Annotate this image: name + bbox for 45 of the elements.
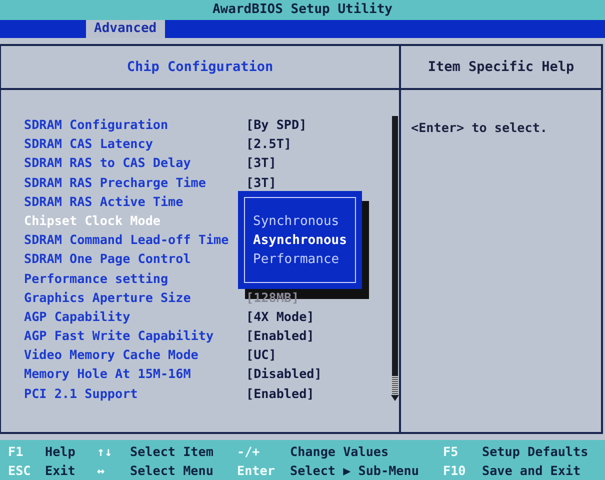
key-hint: ↔ [97, 462, 106, 480]
setting-value[interactable]: [Enabled] [246, 384, 314, 403]
key-hint: F1 [8, 443, 24, 461]
key-hint: ↑↓ [97, 443, 114, 461]
setting-value[interactable]: [3T] [246, 153, 276, 173]
key-hint: ESC [8, 462, 32, 480]
popup-option[interactable]: Performance [253, 250, 355, 268]
scroll-thumb[interactable] [392, 116, 398, 376]
setting-label[interactable]: SDRAM RAS to CAS Delay [24, 153, 246, 173]
key-hint: F10 [443, 462, 467, 480]
setting-label[interactable]: AGP Fast Write Capability [24, 326, 246, 346]
setting-label[interactable]: SDRAM Configuration [24, 115, 246, 134]
setting-value[interactable]: [By SPD] [246, 115, 307, 134]
key-description: Exit [45, 462, 76, 480]
help-title: Item Specific Help [428, 59, 574, 75]
setting-label[interactable]: PCI 2.1 Support [24, 384, 246, 403]
popup-option[interactable]: Synchronous [253, 212, 355, 230]
setting-value[interactable]: [2.5T] [246, 134, 292, 154]
key-hint: F5 [443, 443, 460, 461]
setting-label[interactable]: Graphics Aperture Size [24, 288, 246, 307]
setting-value[interactable]: [4X Mode] [246, 306, 314, 326]
window-title: AwardBIOS Setup Utility [0, 0, 605, 20]
setting-value[interactable]: [Disabled] [246, 364, 322, 384]
menu-tab[interactable]: Advanced [86, 20, 165, 38]
key-hint: -/+ [237, 443, 261, 461]
key-description: Setup Defaults [482, 443, 590, 461]
help-text: <Enter> to select. [410, 119, 548, 135]
setting-label[interactable]: SDRAM CAS Latency [24, 134, 246, 154]
key-hint: Enter [237, 462, 276, 480]
setting-label[interactable]: Memory Hole At 15M-16M [24, 364, 246, 384]
key-description: Select Menu [130, 462, 214, 480]
key-description: Select Item [130, 443, 214, 461]
setting-value[interactable]: [3T] [246, 172, 276, 192]
scroll-down-icon[interactable] [391, 394, 399, 402]
key-description: Select ▶ Sub-Menu [290, 462, 420, 480]
panel-title: Chip Configuration [126, 59, 274, 75]
setting-label[interactable]: Video Memory Cache Mode [24, 345, 246, 364]
key-description: Save and Exit [482, 462, 582, 480]
setting-label[interactable]: SDRAM RAS Precharge Time [24, 172, 246, 192]
setting-value[interactable]: [UC] [246, 345, 276, 364]
key-description: Change Values [290, 443, 390, 461]
popup-option[interactable]: Asynchronous [253, 230, 355, 250]
key-description: Help [45, 443, 76, 461]
setting-value[interactable]: [Enabled] [246, 326, 314, 346]
setting-label[interactable]: AGP Capability [24, 306, 246, 326]
